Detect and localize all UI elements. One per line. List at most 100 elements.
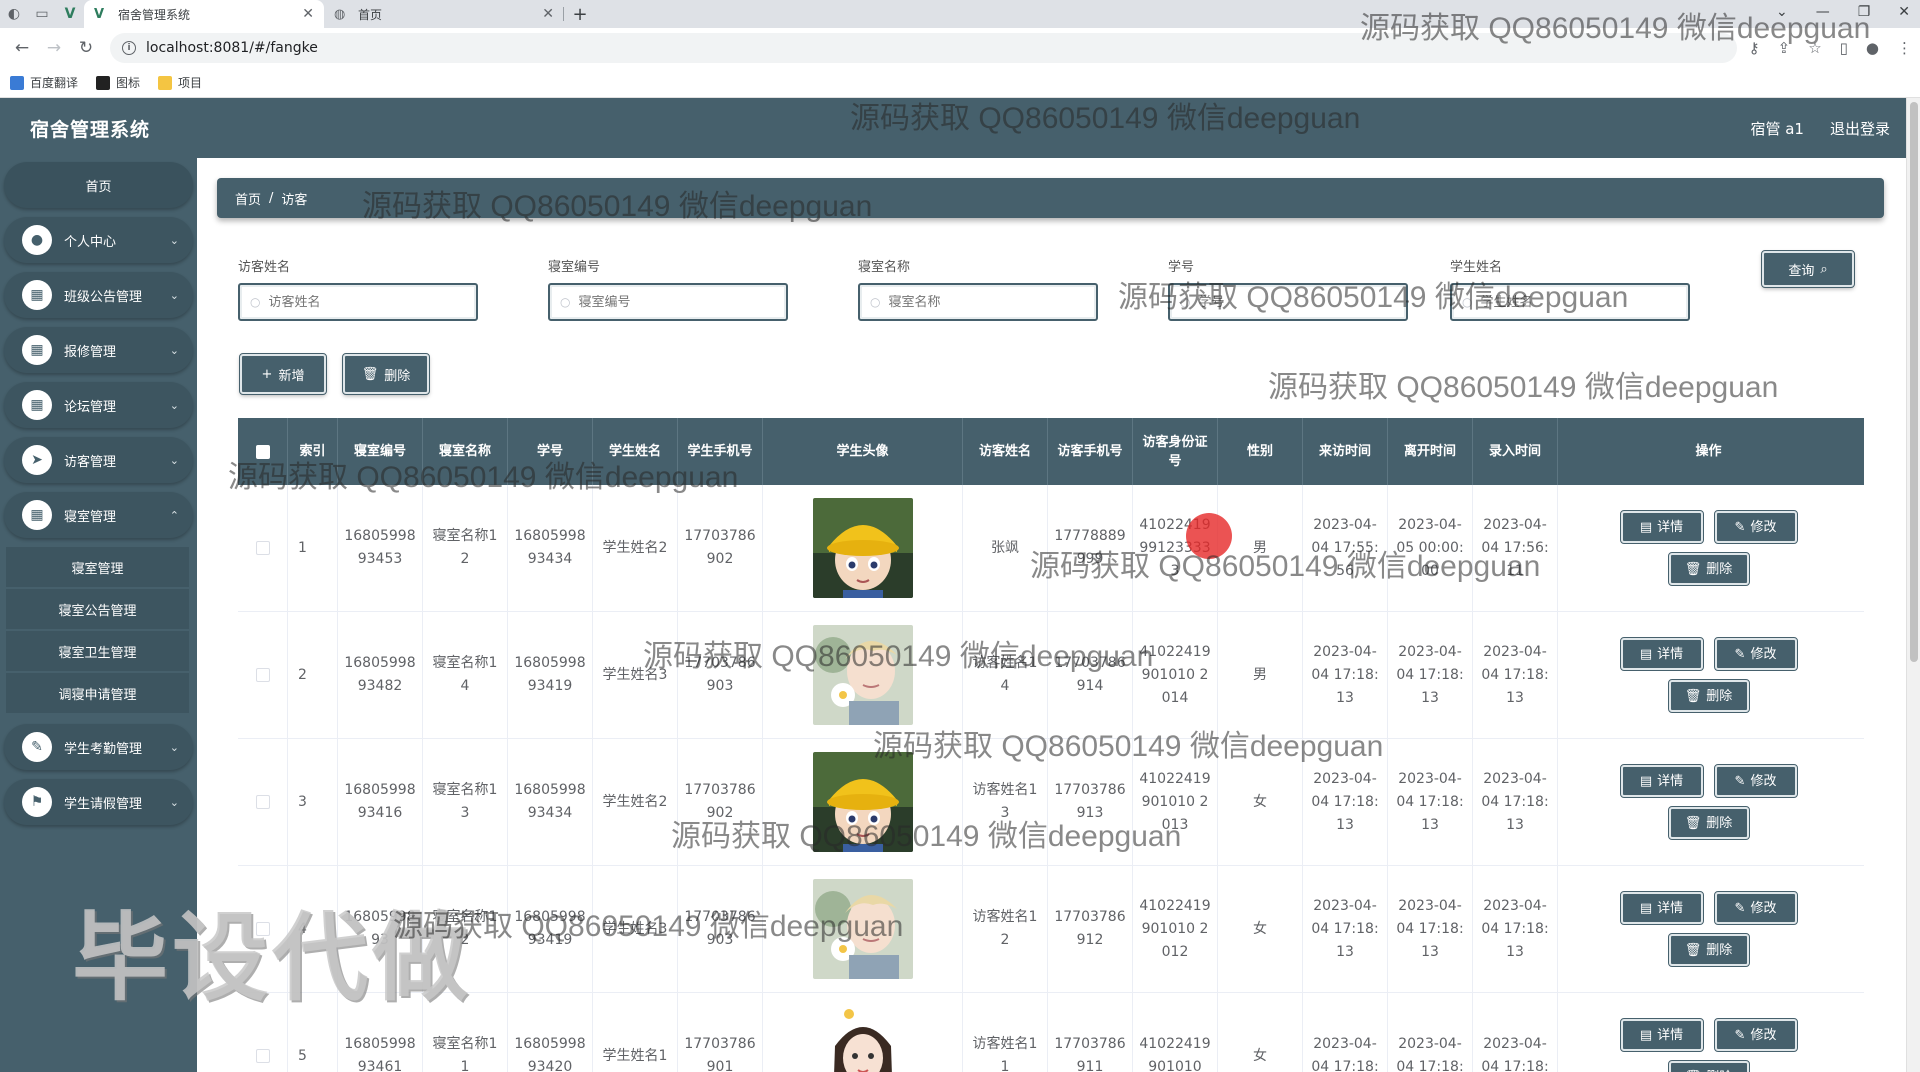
browser-tab-active[interactable]: V 宿舍管理系统 ✕: [84, 0, 324, 28]
sidebar-subitem-room-transfer[interactable]: 调寝申请管理: [6, 673, 189, 715]
detail-button[interactable]: ▤ 详情: [1619, 510, 1704, 544]
delete-button[interactable]: 🗑删除: [1667, 933, 1750, 967]
room-name-input[interactable]: ○: [858, 283, 1098, 321]
room-no-input[interactable]: ○: [548, 283, 788, 321]
cell-leave-time: 2023-04-05 00:00:00: [1388, 485, 1473, 611]
select-all-checkbox[interactable]: [255, 444, 270, 459]
cell-visitor-id: 41022419901010: [1133, 993, 1218, 1072]
delete-button[interactable]: 🗑删除: [1667, 806, 1750, 840]
column-header: 学生头像: [763, 418, 963, 485]
detail-button[interactable]: ▤ 详情: [1619, 637, 1704, 671]
bookmark-item[interactable]: 图标: [96, 74, 140, 91]
sidebar-item-forum[interactable]: ▦ 论坛管理 ⌄: [4, 382, 193, 428]
cell-student-phone: 17703786901: [678, 993, 763, 1072]
sidebar-item-visitor[interactable]: ➤ 访客管理 ⌄: [4, 437, 193, 483]
query-button[interactable]: 查询 ⌕: [1761, 250, 1855, 288]
sidebar-subitem-dorm-hygiene[interactable]: 寝室卫生管理: [6, 631, 189, 673]
breadcrumb-home[interactable]: 首页: [235, 189, 261, 208]
student-no-input[interactable]: ○: [1168, 283, 1408, 321]
student-avatar-cell: [763, 612, 963, 738]
add-button[interactable]: + 新增: [239, 353, 327, 395]
row-checkbox[interactable]: [255, 668, 270, 682]
cell-entry-time: 2023-04-04 17:18:13: [1473, 739, 1558, 865]
grid-icon: ▦: [22, 390, 52, 420]
logout-link[interactable]: 退出登录: [1830, 118, 1890, 139]
table-row: 1 1680599893453 寝室名称12 1680599893434 学生姓名2 17…: [238, 485, 1864, 612]
sidebar-item-class-notice[interactable]: ▦ 班级公告管理 ⌄: [4, 272, 193, 318]
student-avatar-cell: [763, 993, 963, 1072]
detail-button[interactable]: ▤ 详情: [1619, 764, 1704, 798]
column-header: 学生姓名: [593, 418, 678, 485]
delete-button[interactable]: 🗑删除: [1667, 552, 1750, 586]
cell-visit-time: 2023-04-04 17:18:13: [1303, 612, 1388, 738]
back-icon[interactable]: ←: [8, 34, 36, 62]
scrollbar-thumb[interactable]: [1910, 102, 1918, 662]
bookmark-item[interactable]: 百度翻译: [10, 74, 78, 91]
edit-button[interactable]: ✎ 修改: [1713, 764, 1798, 798]
edit-button[interactable]: ✎ 修改: [1713, 1018, 1798, 1052]
edit-button[interactable]: ✎ 修改: [1713, 510, 1798, 544]
info-icon[interactable]: i: [122, 41, 136, 55]
edit-button[interactable]: ✎ 修改: [1713, 891, 1798, 925]
column-header: 索引: [288, 418, 338, 485]
sidebar-item-leave[interactable]: ⚑ 学生请假管理 ⌄: [4, 779, 193, 825]
minimize-icon[interactable]: —: [1816, 4, 1830, 20]
sidebar-item-home[interactable]: 首页: [4, 162, 193, 208]
restore-icon[interactable]: ❐: [1858, 4, 1871, 20]
row-actions-cell: ▤详情 ✎修改 🗑删除: [1558, 612, 1859, 738]
forward-icon[interactable]: →: [40, 34, 68, 62]
more-icon[interactable]: ⋮: [1897, 39, 1912, 57]
delete-button[interactable]: 🗑删除: [1667, 1060, 1750, 1072]
chevron-down-icon[interactable]: ⌄: [1776, 4, 1788, 20]
cell-visitor-name: 访客姓名11: [963, 993, 1048, 1072]
reload-icon[interactable]: ↻: [72, 34, 100, 62]
sidepanel-icon[interactable]: ▯: [1840, 39, 1848, 57]
search-field-visitor-name: 访客姓名 ○: [238, 256, 478, 321]
chevron-down-icon: ⌄: [169, 795, 179, 809]
trash-icon: 🗑: [1684, 561, 1702, 577]
sidebar-item-personal-center[interactable]: ● 个人中心 ⌄: [4, 217, 193, 263]
edit-button[interactable]: ✎ 修改: [1713, 637, 1798, 671]
student-name-input[interactable]: ○: [1450, 283, 1690, 321]
bookmark-folder[interactable]: 项目: [158, 74, 202, 91]
search-icon: ○: [1180, 295, 1191, 309]
cell-student-name: 学生姓名2: [593, 739, 678, 865]
share-icon[interactable]: ⇪: [1778, 39, 1791, 57]
trash-icon: 🗑: [1685, 1066, 1702, 1072]
sidebar-item-dorm[interactable]: ▦ 寝室管理 ⌃: [4, 492, 193, 538]
close-tab-icon[interactable]: ✕: [542, 6, 554, 22]
trash-icon: 🗑: [1684, 942, 1702, 958]
sidebar-subitem-dorm[interactable]: 寝室管理: [6, 547, 189, 589]
star-icon[interactable]: ☆: [1808, 39, 1821, 57]
chrome-menu-icon[interactable]: ◐: [0, 0, 28, 28]
row-checkbox[interactable]: [255, 795, 270, 809]
sidebar-item-attendance[interactable]: ✎ 学生考勤管理 ⌄: [4, 724, 193, 770]
url-field[interactable]: i localhost:8081/#/fangke: [110, 33, 1737, 63]
profile-icon[interactable]: ●: [1866, 39, 1879, 57]
document-icon: ▤: [1639, 646, 1653, 662]
browser-tab[interactable]: ◍ 首页 ✕: [324, 0, 564, 28]
student-avatar-cell: [763, 866, 963, 992]
key-icon[interactable]: ⚷: [1749, 39, 1760, 57]
detail-button[interactable]: ▤ 详情: [1619, 1018, 1704, 1052]
row-checkbox[interactable]: [255, 541, 270, 555]
visitor-name-input[interactable]: ○: [238, 283, 478, 321]
table-row: 3 1680599893416 寝室名称13 1680599893434 学生姓名2 17…: [238, 739, 1864, 866]
tab-strip-icon[interactable]: ▭: [28, 0, 56, 28]
close-tab-icon[interactable]: ✕: [302, 6, 314, 22]
delete-button[interactable]: 🗑删除: [1667, 679, 1750, 713]
page-scrollbar[interactable]: [1906, 98, 1920, 1072]
cell-gender: 女: [1218, 739, 1303, 865]
window-controls: ⌄ — ❐ ✕: [1776, 4, 1910, 20]
batch-delete-button[interactable]: 🗑 删除: [342, 353, 430, 395]
detail-button[interactable]: ▤ 详情: [1619, 891, 1704, 925]
cell-room-name: 寝室名称13: [423, 739, 508, 865]
chevron-down-icon: ⌄: [169, 453, 179, 467]
row-checkbox[interactable]: [255, 1049, 270, 1063]
new-tab-button[interactable]: +: [564, 0, 596, 28]
url-text: localhost:8081/#/fangke: [146, 40, 318, 56]
sidebar-item-repair[interactable]: ▦ 报修管理 ⌄: [4, 327, 193, 373]
sidebar-subitem-dorm-notice[interactable]: 寝室公告管理: [6, 589, 189, 631]
vue-favicon-icon[interactable]: V: [56, 0, 84, 28]
close-window-icon[interactable]: ✕: [1898, 4, 1910, 20]
